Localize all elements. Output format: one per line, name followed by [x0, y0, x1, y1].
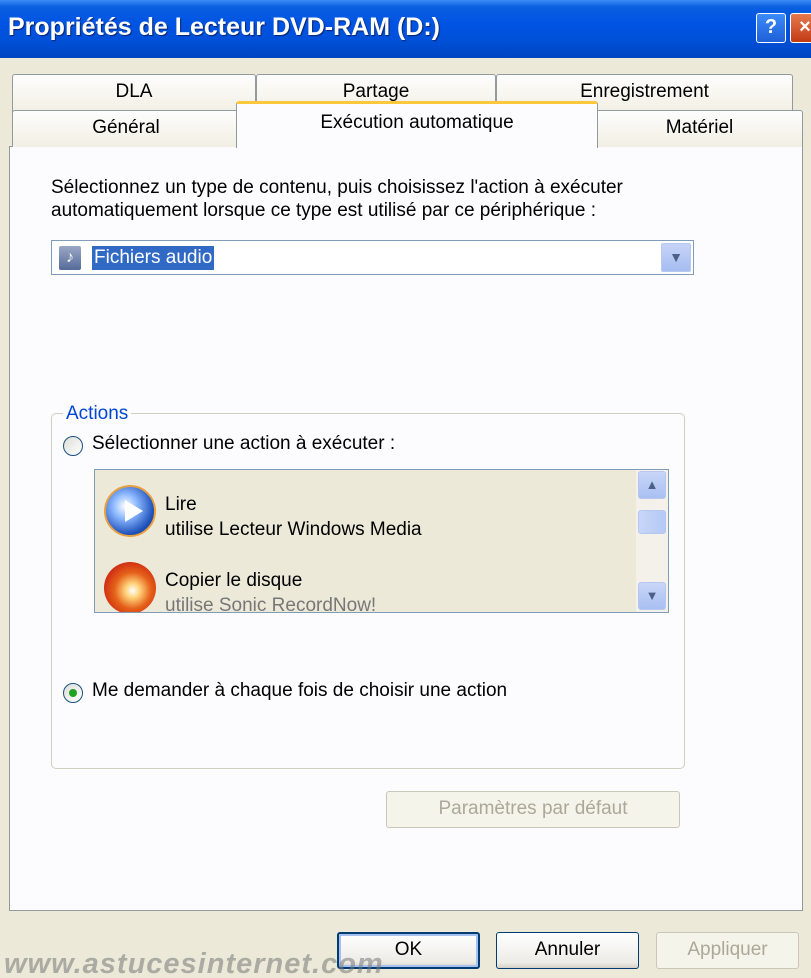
- properties-dialog: Propriétés de Lecteur DVD-RAM (D:) ? × D…: [0, 0, 811, 978]
- chevron-down-icon[interactable]: ▼: [661, 243, 691, 272]
- scroll-down-icon[interactable]: ▼: [638, 582, 666, 610]
- music-note-icon: ♪: [59, 246, 81, 270]
- help-button[interactable]: ?: [756, 13, 786, 43]
- watermark: www.astucesinternet.com: [4, 948, 384, 978]
- cancel-button[interactable]: Annuler: [496, 932, 639, 969]
- select-action-radio[interactable]: [63, 436, 83, 456]
- radio-selected-dot: [69, 689, 77, 697]
- content-type-value: Fichiers audio: [92, 246, 215, 270]
- action-title: Copier le disque: [165, 570, 303, 591]
- tab-hardware[interactable]: Matériel: [596, 110, 803, 147]
- restore-defaults-button[interactable]: Paramètres par défaut: [386, 791, 680, 828]
- content-type-dropdown[interactable]: ♪ Fichiers audio ▼: [51, 240, 694, 275]
- action-subtitle: utilise Lecteur Windows Media: [165, 519, 422, 540]
- windows-media-player-icon: [104, 485, 156, 537]
- tab-general[interactable]: Général: [12, 110, 240, 147]
- close-button[interactable]: ×: [790, 13, 811, 43]
- action-subtitle: utilise Sonic RecordNow!: [165, 595, 377, 613]
- action-list[interactable]: Lire utilise Lecteur Windows Media Copie…: [94, 469, 669, 613]
- cd-burn-icon: [104, 562, 156, 612]
- tab-autoplay[interactable]: Exécution automatique: [236, 101, 598, 148]
- actions-group-label: Actions: [63, 403, 132, 425]
- instruction-text: Sélectionnez un type de contenu, puis ch…: [51, 177, 623, 221]
- ask-every-time-label[interactable]: Me demander à chaque fois de choisir une…: [92, 680, 507, 702]
- title-bar[interactable]: Propriétés de Lecteur DVD-RAM (D:) ? ×: [0, 0, 811, 58]
- action-list-scrollbar[interactable]: ▲ ▼: [636, 470, 668, 612]
- list-item-copy-disc[interactable]: Copier le disque utilise Sonic RecordNow…: [95, 540, 635, 613]
- scroll-thumb[interactable]: [638, 510, 666, 534]
- select-action-label[interactable]: Sélectionner une action à exécuter :: [92, 433, 395, 455]
- scroll-up-icon[interactable]: ▲: [638, 471, 666, 499]
- tab-dla[interactable]: DLA: [12, 74, 256, 114]
- ask-every-time-radio[interactable]: [63, 683, 83, 703]
- list-item-play[interactable]: Lire utilise Lecteur Windows Media: [95, 470, 635, 540]
- apply-button[interactable]: Appliquer: [656, 932, 799, 969]
- action-title: Lire: [165, 494, 197, 515]
- window-title: Propriétés de Lecteur DVD-RAM (D:): [8, 13, 440, 41]
